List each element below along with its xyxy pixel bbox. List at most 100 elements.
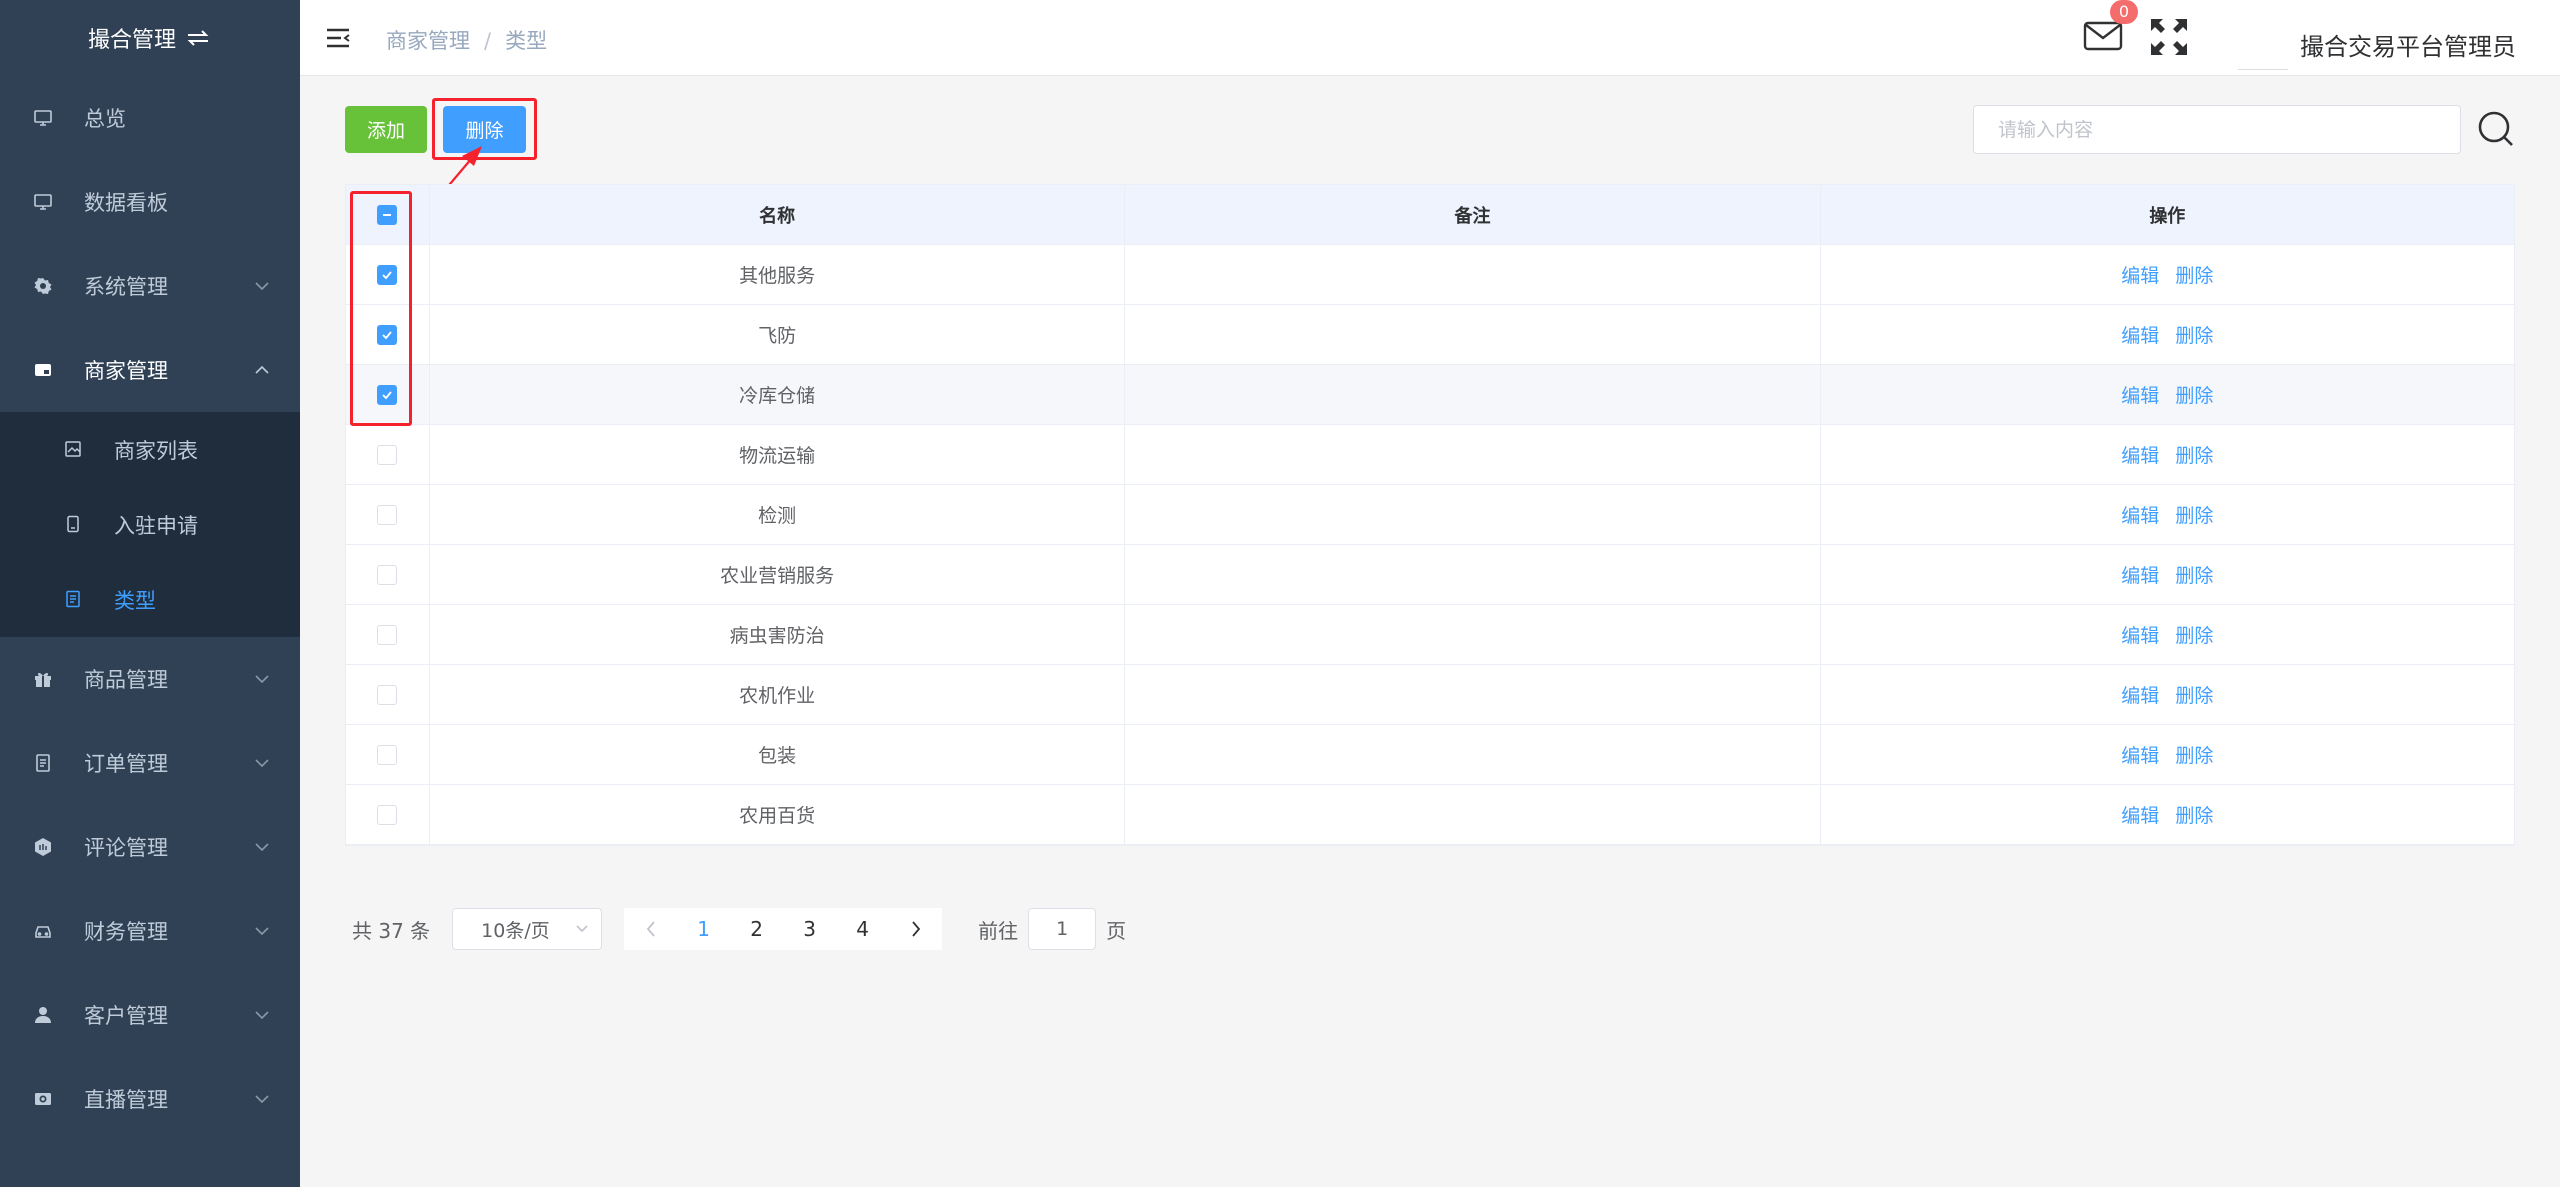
fullscreen-icon[interactable]	[2148, 16, 2190, 58]
row-remark	[1125, 545, 1821, 604]
page-button-4[interactable]: 4	[836, 908, 889, 950]
add-button[interactable]: 添加	[345, 106, 427, 153]
edit-link[interactable]: 编辑	[2121, 261, 2159, 288]
row-remark	[1125, 785, 1821, 844]
next-page-button[interactable]	[889, 908, 942, 950]
delete-link[interactable]: 删除	[2175, 741, 2213, 768]
username[interactable]: 撮合交易平台管理员	[2300, 27, 2516, 62]
edit-link[interactable]: 编辑	[2121, 621, 2159, 648]
sidebar-item-overview[interactable]: 总览	[0, 76, 300, 160]
delete-link[interactable]: 删除	[2175, 501, 2213, 528]
sidebar-item-customers[interactable]: 客户管理	[0, 973, 300, 1057]
row-checkbox[interactable]	[377, 684, 398, 705]
sidebar-item-goods[interactable]: 商品管理	[0, 637, 300, 721]
edit-link[interactable]: 编辑	[2121, 501, 2159, 528]
edit-link[interactable]: 编辑	[2121, 561, 2159, 588]
sidebar-subitem-type[interactable]: 类型	[0, 562, 300, 637]
pagination: 共 37 条 10条/页 1 2 3 4 前往 页	[352, 908, 1126, 950]
sidebar-item-orders[interactable]: 订单管理	[0, 721, 300, 805]
page-button-3[interactable]: 3	[783, 908, 836, 950]
hamburger-icon[interactable]	[326, 27, 350, 49]
page-size-select[interactable]: 10条/页	[452, 908, 603, 950]
edit-link[interactable]: 编辑	[2121, 381, 2159, 408]
chevron-down-icon	[255, 675, 269, 684]
sidebar-item-label: 商品管理	[84, 668, 168, 692]
edit-link[interactable]: 编辑	[2121, 441, 2159, 468]
sidebar-item-label: 直播管理	[84, 1088, 168, 1112]
chevron-down-icon	[255, 1095, 269, 1104]
sidebar-subitem-apply[interactable]: 入驻申请	[0, 487, 300, 562]
row-actions: 编辑 删除	[1821, 545, 2514, 604]
edit-link[interactable]: 编辑	[2121, 321, 2159, 348]
row-name: 检测	[430, 485, 1126, 544]
breadcrumb-current: 类型	[505, 29, 548, 53]
prev-page-button[interactable]	[624, 908, 677, 950]
delete-link[interactable]: 删除	[2175, 681, 2213, 708]
breadcrumb: 商家管理 / 类型	[386, 25, 547, 55]
table-body: 其他服务 编辑 删除 飞防 编辑 删除 冷库仓储 编辑 删除 物流运输 编辑 删除 检测 编辑 删除 农业营销…	[346, 245, 2514, 845]
row-name: 物流运输	[430, 425, 1126, 484]
delete-link[interactable]: 删除	[2175, 621, 2213, 648]
logo-title: 撮合管理	[87, 28, 176, 53]
edit-link[interactable]: 编辑	[2121, 801, 2159, 828]
page-button-1[interactable]: 1	[677, 908, 730, 950]
chevron-down-icon	[255, 1011, 269, 1020]
checked-rows-highlight	[350, 191, 412, 426]
row-checkbox[interactable]	[377, 624, 398, 645]
row-name: 其他服务	[430, 245, 1126, 304]
page-button-2[interactable]: 2	[730, 908, 783, 950]
sidebar-item-merchant[interactable]: 商家管理	[0, 328, 300, 412]
sidebar-item-finance[interactable]: 财务管理	[0, 889, 300, 973]
delete-link[interactable]: 删除	[2175, 321, 2213, 348]
search-icon[interactable]	[2477, 110, 2515, 148]
picture-icon	[64, 440, 84, 460]
edit-link[interactable]: 编辑	[2121, 741, 2159, 768]
table-row: 物流运输 编辑 删除	[346, 425, 2514, 485]
chevron-down-icon	[576, 925, 588, 933]
type-table: 名称 备注 操作 其他服务 编辑 删除 飞防 编辑 删除 冷库仓储 编辑 删除 物流运输 编辑 删除检…	[345, 184, 2515, 846]
table-row: 病虫害防治 编辑 删除	[346, 605, 2514, 665]
row-actions: 编辑 删除	[1821, 245, 2514, 304]
delete-link[interactable]: 删除	[2175, 561, 2213, 588]
delete-link[interactable]: 删除	[2175, 261, 2213, 288]
row-checkbox[interactable]	[377, 504, 398, 525]
row-remark	[1125, 425, 1821, 484]
switch-icon[interactable]	[184, 27, 212, 49]
sidebar-item-label: 系统管理	[84, 275, 168, 299]
list-icon	[64, 590, 84, 610]
chevron-right-icon	[911, 921, 920, 937]
sidebar-subitem-label: 商家列表	[114, 438, 198, 463]
table-row: 检测 编辑 删除	[346, 485, 2514, 545]
sidebar-item-label: 订单管理	[84, 752, 168, 776]
goto-page-input[interactable]	[1028, 908, 1097, 950]
edit-link[interactable]: 编辑	[2121, 681, 2159, 708]
chevron-down-icon	[255, 759, 269, 768]
row-name: 包装	[430, 725, 1126, 784]
camera-icon	[32, 1088, 54, 1110]
user-icon	[32, 1004, 54, 1026]
sidebar-subitem-merchant-list[interactable]: 商家列表	[0, 412, 300, 487]
sidebar-item-comments[interactable]: 评论管理	[0, 805, 300, 889]
row-actions: 编辑 删除	[1821, 605, 2514, 664]
row-checkbox[interactable]	[377, 444, 398, 465]
delete-link[interactable]: 删除	[2175, 441, 2213, 468]
row-actions: 编辑 删除	[1821, 425, 2514, 484]
sidebar-subitem-label: 类型	[114, 588, 156, 613]
sidebar-item-system[interactable]: 系统管理	[0, 244, 300, 328]
sidebar-item-live[interactable]: 直播管理	[0, 1057, 300, 1141]
sidebar-item-dashboard[interactable]: 数据看板	[0, 160, 300, 244]
row-checkbox[interactable]	[377, 804, 398, 825]
breadcrumb-item[interactable]: 商家管理	[386, 29, 470, 53]
row-checkbox[interactable]	[377, 744, 398, 765]
delete-link[interactable]: 删除	[2175, 381, 2213, 408]
row-actions: 编辑 删除	[1821, 305, 2514, 364]
sidebar: 撮合管理 总览 数据看板 系统管理 商家管理 商家列表 入驻申请 类型 商品管理…	[0, 0, 300, 1187]
table-row: 包装 编辑 删除	[346, 725, 2514, 785]
gift-icon	[32, 668, 54, 690]
goto-suffix: 页	[1106, 918, 1127, 943]
search-input[interactable]	[1973, 105, 2461, 154]
delete-link[interactable]: 删除	[2175, 801, 2213, 828]
row-actions: 编辑 删除	[1821, 665, 2514, 724]
row-checkbox[interactable]	[377, 564, 398, 585]
avatar[interactable]	[2238, 10, 2288, 70]
